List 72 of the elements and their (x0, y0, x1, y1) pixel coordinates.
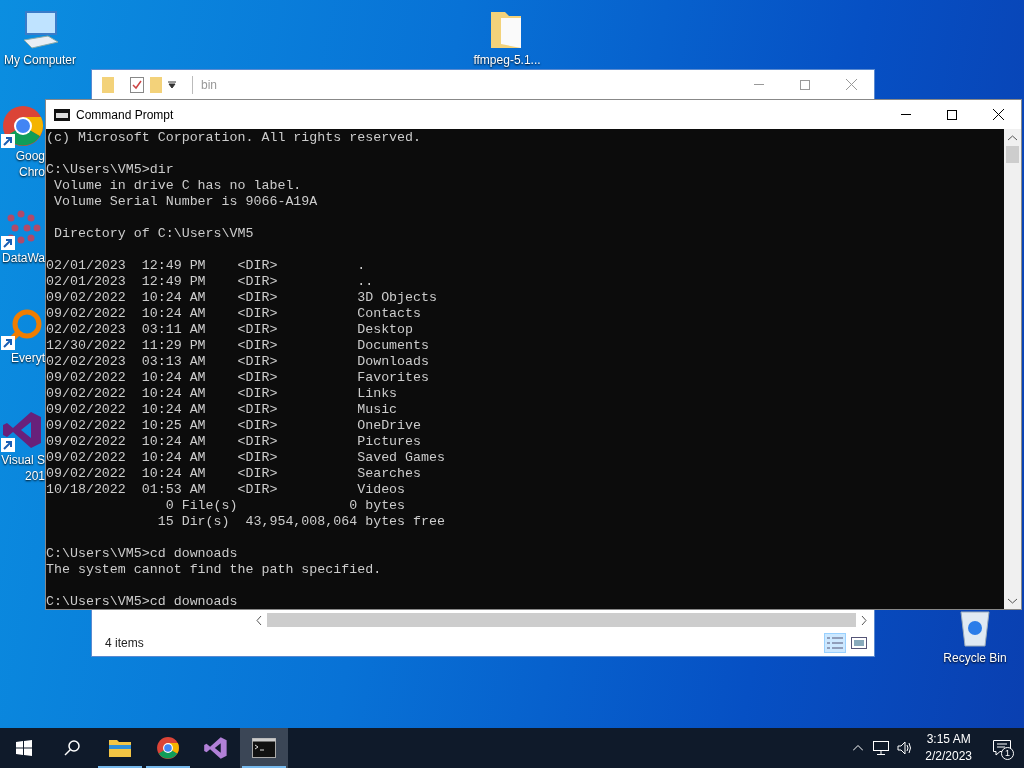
details-view-icon (827, 637, 843, 649)
console-line: 09/02/2022 10:24 AM <DIR> Saved Games (46, 450, 445, 466)
console-line: The system cannot find the path specified. (46, 562, 382, 578)
window-title: bin (192, 75, 217, 94)
speech-bubble-icon (993, 740, 1011, 756)
chevron-down-icon (1008, 597, 1017, 604)
desktop-icon-label[interactable]: My Computer (4, 52, 76, 68)
search-icon (64, 740, 80, 756)
console-line: C:\Users\VM5>cd downoads (46, 546, 238, 562)
maximize-icon (947, 109, 957, 120)
console-line: 12/30/2022 11:29 PM <DIR> Documents (46, 338, 429, 354)
console-line: 15 Dir(s) 43,954,008,064 bytes free (156, 514, 445, 530)
minimize-icon (901, 114, 911, 115)
console-line: 09/02/2022 10:24 AM <DIR> Links (46, 386, 398, 402)
notifications-button[interactable]: 1 (980, 728, 1024, 768)
item-count: 4 items (105, 635, 144, 652)
folder-icon (150, 76, 162, 93)
checklist-icon (130, 76, 144, 93)
console-line: 02/01/2023 12:49 PM <DIR> .. (46, 274, 374, 290)
console-line: 09/02/2022 10:24 AM <DIR> Pictures (46, 434, 422, 450)
close-icon (845, 79, 857, 90)
infinity-ribbon-icon (203, 735, 229, 761)
chevron-up-icon[interactable] (853, 745, 864, 751)
console-line: (c) Microsoft Corporation. All rights reserved. (46, 130, 422, 146)
speaker-icon[interactable] (897, 741, 914, 755)
console-line: 02/02/2023 03:13 AM <DIR> Downloads (46, 354, 429, 370)
console-line: Directory of C:\Users\VM5 (52, 226, 254, 242)
chevron-up-icon (1008, 134, 1017, 141)
console-line: 0 File(s) 0 bytes (164, 498, 406, 514)
folder-icon (102, 76, 114, 93)
console-line: 09/02/2022 10:24 AM <DIR> Searches (46, 466, 422, 482)
folder-icon (108, 738, 132, 758)
open-indicator (98, 766, 142, 768)
desktop-icon-label[interactable]: DataWa (2, 250, 45, 266)
desktop-icon-label[interactable]: ffmpeg-5.1... (473, 52, 541, 68)
maximize-icon (800, 79, 810, 90)
console-line: 02/01/2023 12:49 PM <DIR> . (46, 258, 366, 274)
desktop-icon-label[interactable]: Visual S (1, 452, 45, 468)
notification-count: 1 (1001, 747, 1014, 760)
console-line: 10/18/2022 01:53 AM <DIR> Videos (46, 482, 406, 498)
desktop-icon-label[interactable]: Goog (15, 148, 45, 164)
chrome-icon (1, 104, 45, 148)
clock[interactable]: 3:15 AM 2/2/2023 (917, 731, 980, 765)
window-title: Command Prompt (76, 106, 174, 124)
console-line: 09/02/2022 10:24 AM <DIR> Contacts (46, 306, 422, 322)
desktop-icon-label[interactable]: 201 (24, 468, 45, 484)
desktop-icon-label[interactable]: Everyt (11, 350, 45, 366)
close-icon (992, 109, 1004, 120)
console-line: 02/02/2023 03:11 AM <DIR> Desktop (46, 322, 414, 338)
desktop-icon-label[interactable]: Recycle Bin (943, 650, 1007, 666)
console-line: C:\Users\VM5>cd downoads (46, 594, 238, 609)
open-indicator (242, 766, 286, 768)
console-line: Volume Serial Number is 9066-A19A (52, 194, 318, 210)
chrome-icon (156, 736, 180, 760)
dropdown-icon[interactable] (168, 80, 176, 89)
terminal-icon (54, 108, 70, 121)
taskbar-app-button[interactable] (240, 728, 288, 768)
terminal-icon (252, 738, 276, 758)
minimize-icon (754, 84, 764, 85)
preview-view-icon (851, 637, 867, 649)
desktop-icon-label[interactable]: Chro (19, 164, 45, 180)
chevron-left-icon (256, 615, 262, 625)
console-line: Volume in drive C has no label. (52, 178, 302, 194)
network-icon[interactable] (873, 741, 890, 755)
console-line: 09/02/2022 10:24 AM <DIR> Favorites (46, 370, 429, 386)
chevron-right-icon (861, 615, 867, 625)
console-line: 09/02/2022 10:24 AM <DIR> 3D Objects (46, 290, 437, 306)
windows-logo-icon (16, 740, 32, 756)
console-line: 09/02/2022 10:25 AM <DIR> OneDrive (46, 418, 422, 434)
open-indicator (146, 766, 190, 768)
console-line: 09/02/2022 10:24 AM <DIR> Music (46, 402, 398, 418)
console-line: C:\Users\VM5>dir (46, 162, 174, 178)
